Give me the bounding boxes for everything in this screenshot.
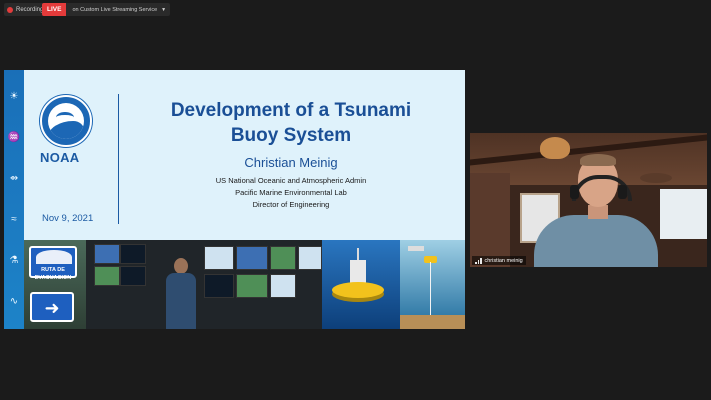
affiliation-line: Pacific Marine Environmental Lab	[235, 188, 347, 197]
live-badge: LIVE	[42, 3, 67, 16]
slide-date: Nov 9, 2021	[42, 213, 94, 224]
slide-title-line-2: Buoy System	[230, 125, 352, 146]
fish-icon: ⇴	[9, 172, 19, 184]
slide-title: Development of a Tsunami Buoy System	[131, 98, 451, 148]
arrow-right-icon: ➜	[30, 292, 74, 322]
diver-icon: ≈	[11, 214, 17, 226]
evacuation-sign-text: RUTA DE EVACUACION	[34, 267, 72, 281]
slide-divider	[118, 94, 119, 224]
participant-video	[534, 151, 658, 267]
recording-dot-icon	[7, 6, 13, 13]
swimmer-icon: ♒	[7, 131, 21, 143]
slide-icon-rail: ☀ ♒ ⇴ ≈ ⚗ ∿	[4, 70, 24, 329]
affiliation-line: US National Oceanic and Atmospheric Admi…	[215, 176, 367, 185]
chevron-down-icon[interactable]: ▼	[161, 7, 170, 13]
live-stream-indicator[interactable]: LIVE on Custom Live Streaming Service ▼	[42, 3, 171, 16]
evacuation-sign: RUTA DE EVACUACION	[29, 246, 77, 281]
tsunami-system-diagram	[400, 240, 465, 329]
recording-indicator[interactable]: Recording	[4, 3, 48, 16]
participant-name: christian meinig	[484, 257, 523, 264]
slide-photo-strip: RUTA DE EVACUACION ➜	[24, 240, 465, 329]
participant-name-label: christian meinig	[472, 256, 526, 265]
slide-title-line-1: Development of a Tsunami	[170, 100, 412, 121]
wave-icon: ∿	[9, 296, 19, 308]
sun-cloud-icon: ☀	[9, 90, 19, 102]
affiliation-line: Director of Engineering	[252, 200, 330, 209]
evacuation-sign-photo: RUTA DE EVACUACION ➜	[24, 240, 86, 329]
noaa-logo	[40, 95, 92, 147]
buoy-photo	[322, 240, 400, 329]
org-name: NOAA	[40, 150, 80, 165]
operator-figure	[166, 258, 196, 329]
live-service-label: on Custom Live Streaming Service	[72, 6, 158, 13]
room-window	[660, 189, 707, 239]
participant-video-tile[interactable]: christian meinig	[470, 133, 707, 267]
signal-bars-icon	[475, 257, 482, 264]
operations-center-photo	[86, 240, 322, 329]
recording-label: Recording	[16, 6, 44, 13]
flask-icon: ⚗	[9, 255, 19, 267]
shared-screen-slide: ☀ ♒ ⇴ ≈ ⚗ ∿ NOAA Nov 9, 2021 Development…	[4, 70, 465, 329]
presenter-name: Christian Meinig	[244, 155, 338, 170]
